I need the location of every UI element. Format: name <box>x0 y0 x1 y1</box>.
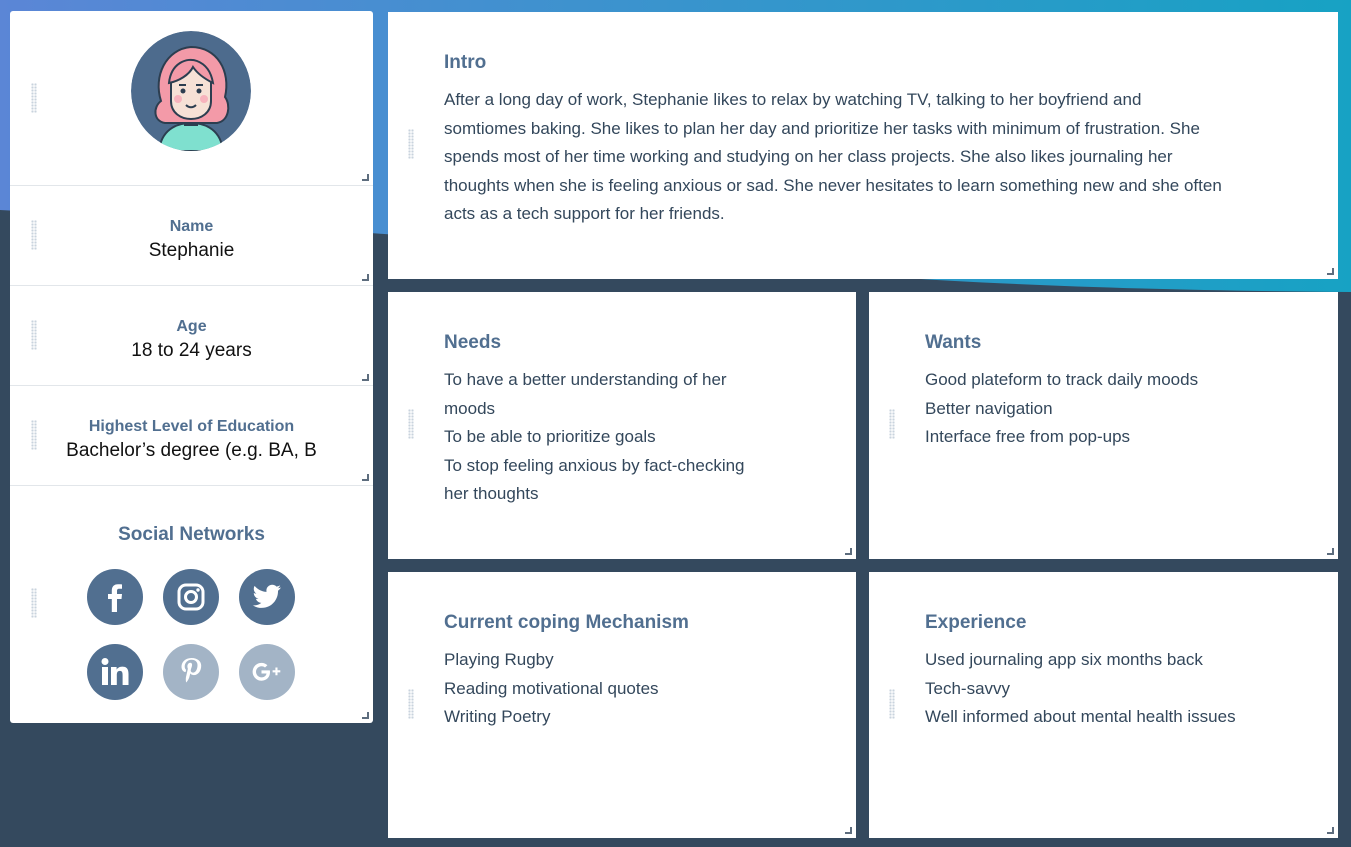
google-plus-icon[interactable] <box>239 644 295 700</box>
list-item: Used journaling app six months back <box>925 650 1203 669</box>
drag-handle[interactable] <box>408 129 414 159</box>
resize-handle[interactable] <box>1327 548 1334 555</box>
needs-card: Needs To have a better understanding of … <box>388 292 856 559</box>
resize-handle[interactable] <box>362 374 369 381</box>
intro-card: Intro After a long day of work, Stephani… <box>388 12 1338 279</box>
resize-handle[interactable] <box>845 827 852 834</box>
resize-handle[interactable] <box>1327 268 1334 275</box>
age-value[interactable]: 18 to 24 years <box>10 340 373 362</box>
age-section: Age 18 to 24 years <box>10 286 373 386</box>
linkedin-icon[interactable] <box>87 644 143 700</box>
twitter-icon[interactable] <box>239 569 295 625</box>
wants-list[interactable]: Good plateform to track daily moods Bett… <box>925 366 1198 452</box>
resize-handle[interactable] <box>845 548 852 555</box>
intro-text[interactable]: After a long day of work, Stephanie like… <box>444 86 1222 229</box>
list-item: Good plateform to track daily moods <box>925 370 1199 389</box>
coping-title: Current coping Mechanism <box>444 612 689 633</box>
resize-handle[interactable] <box>362 274 369 281</box>
profile-panel: Name Stephanie Age 18 to 24 years Highes… <box>10 11 373 723</box>
name-label: Name <box>169 218 214 235</box>
list-item: Writing Poetry <box>444 707 551 726</box>
name-value[interactable]: Stephanie <box>10 240 373 262</box>
education-section: Highest Level of Education Bachelor’s de… <box>10 386 373 486</box>
resize-handle[interactable] <box>362 174 369 181</box>
facebook-icon[interactable] <box>87 569 143 625</box>
drag-handle[interactable] <box>889 409 895 439</box>
age-label: Age <box>176 318 207 335</box>
drag-handle[interactable] <box>31 588 37 618</box>
name-section: Name Stephanie <box>10 186 373 286</box>
wants-card: Wants Good plateform to track daily mood… <box>869 292 1338 559</box>
instagram-icon[interactable] <box>163 569 219 625</box>
woman-avatar-icon <box>131 31 251 151</box>
list-item: Interface free from pop-ups <box>925 427 1131 446</box>
needs-list[interactable]: To have a better understanding of her mo… <box>444 366 745 509</box>
list-item: Well informed about mental health issues <box>925 707 1236 726</box>
list-item: To be able to prioritize goals <box>444 427 656 446</box>
drag-handle[interactable] <box>889 689 895 719</box>
list-item: Tech-savvy <box>925 678 1011 698</box>
needs-title: Needs <box>444 332 502 353</box>
coping-list[interactable]: Playing Rugby Reading motivational quote… <box>444 646 659 732</box>
list-item: Playing Rugby <box>444 650 554 669</box>
social-networks-section: Social Networks <box>10 486 373 723</box>
list-item: Better navigation <box>925 398 1053 418</box>
education-value[interactable]: Bachelor’s degree (e.g. BA, B <box>10 440 373 462</box>
avatar-section <box>10 11 373 186</box>
education-label: Highest Level of Education <box>88 418 295 435</box>
resize-handle[interactable] <box>362 712 369 719</box>
coping-mechanism-card: Current coping Mechanism Playing Rugby R… <box>388 572 856 838</box>
drag-handle[interactable] <box>408 409 414 439</box>
list-item: Reading motivational quotes <box>444 678 659 698</box>
pinterest-icon[interactable] <box>163 644 219 700</box>
wants-title: Wants <box>925 332 982 353</box>
resize-handle[interactable] <box>362 474 369 481</box>
list-item: her thoughts <box>444 484 539 503</box>
experience-title: Experience <box>925 612 1027 633</box>
list-item: To stop feeling anxious by fact-checking <box>444 455 745 475</box>
drag-handle[interactable] <box>31 83 37 113</box>
intro-title: Intro <box>444 52 487 73</box>
experience-card: Experience Used journaling app six month… <box>869 572 1338 838</box>
social-networks-title: Social Networks <box>118 524 265 545</box>
resize-handle[interactable] <box>1327 827 1334 834</box>
drag-handle[interactable] <box>408 689 414 719</box>
list-item: moods <box>444 398 496 418</box>
list-item: To have a better understanding of her <box>444 370 727 389</box>
experience-list[interactable]: Used journaling app six months back Tech… <box>925 646 1236 732</box>
